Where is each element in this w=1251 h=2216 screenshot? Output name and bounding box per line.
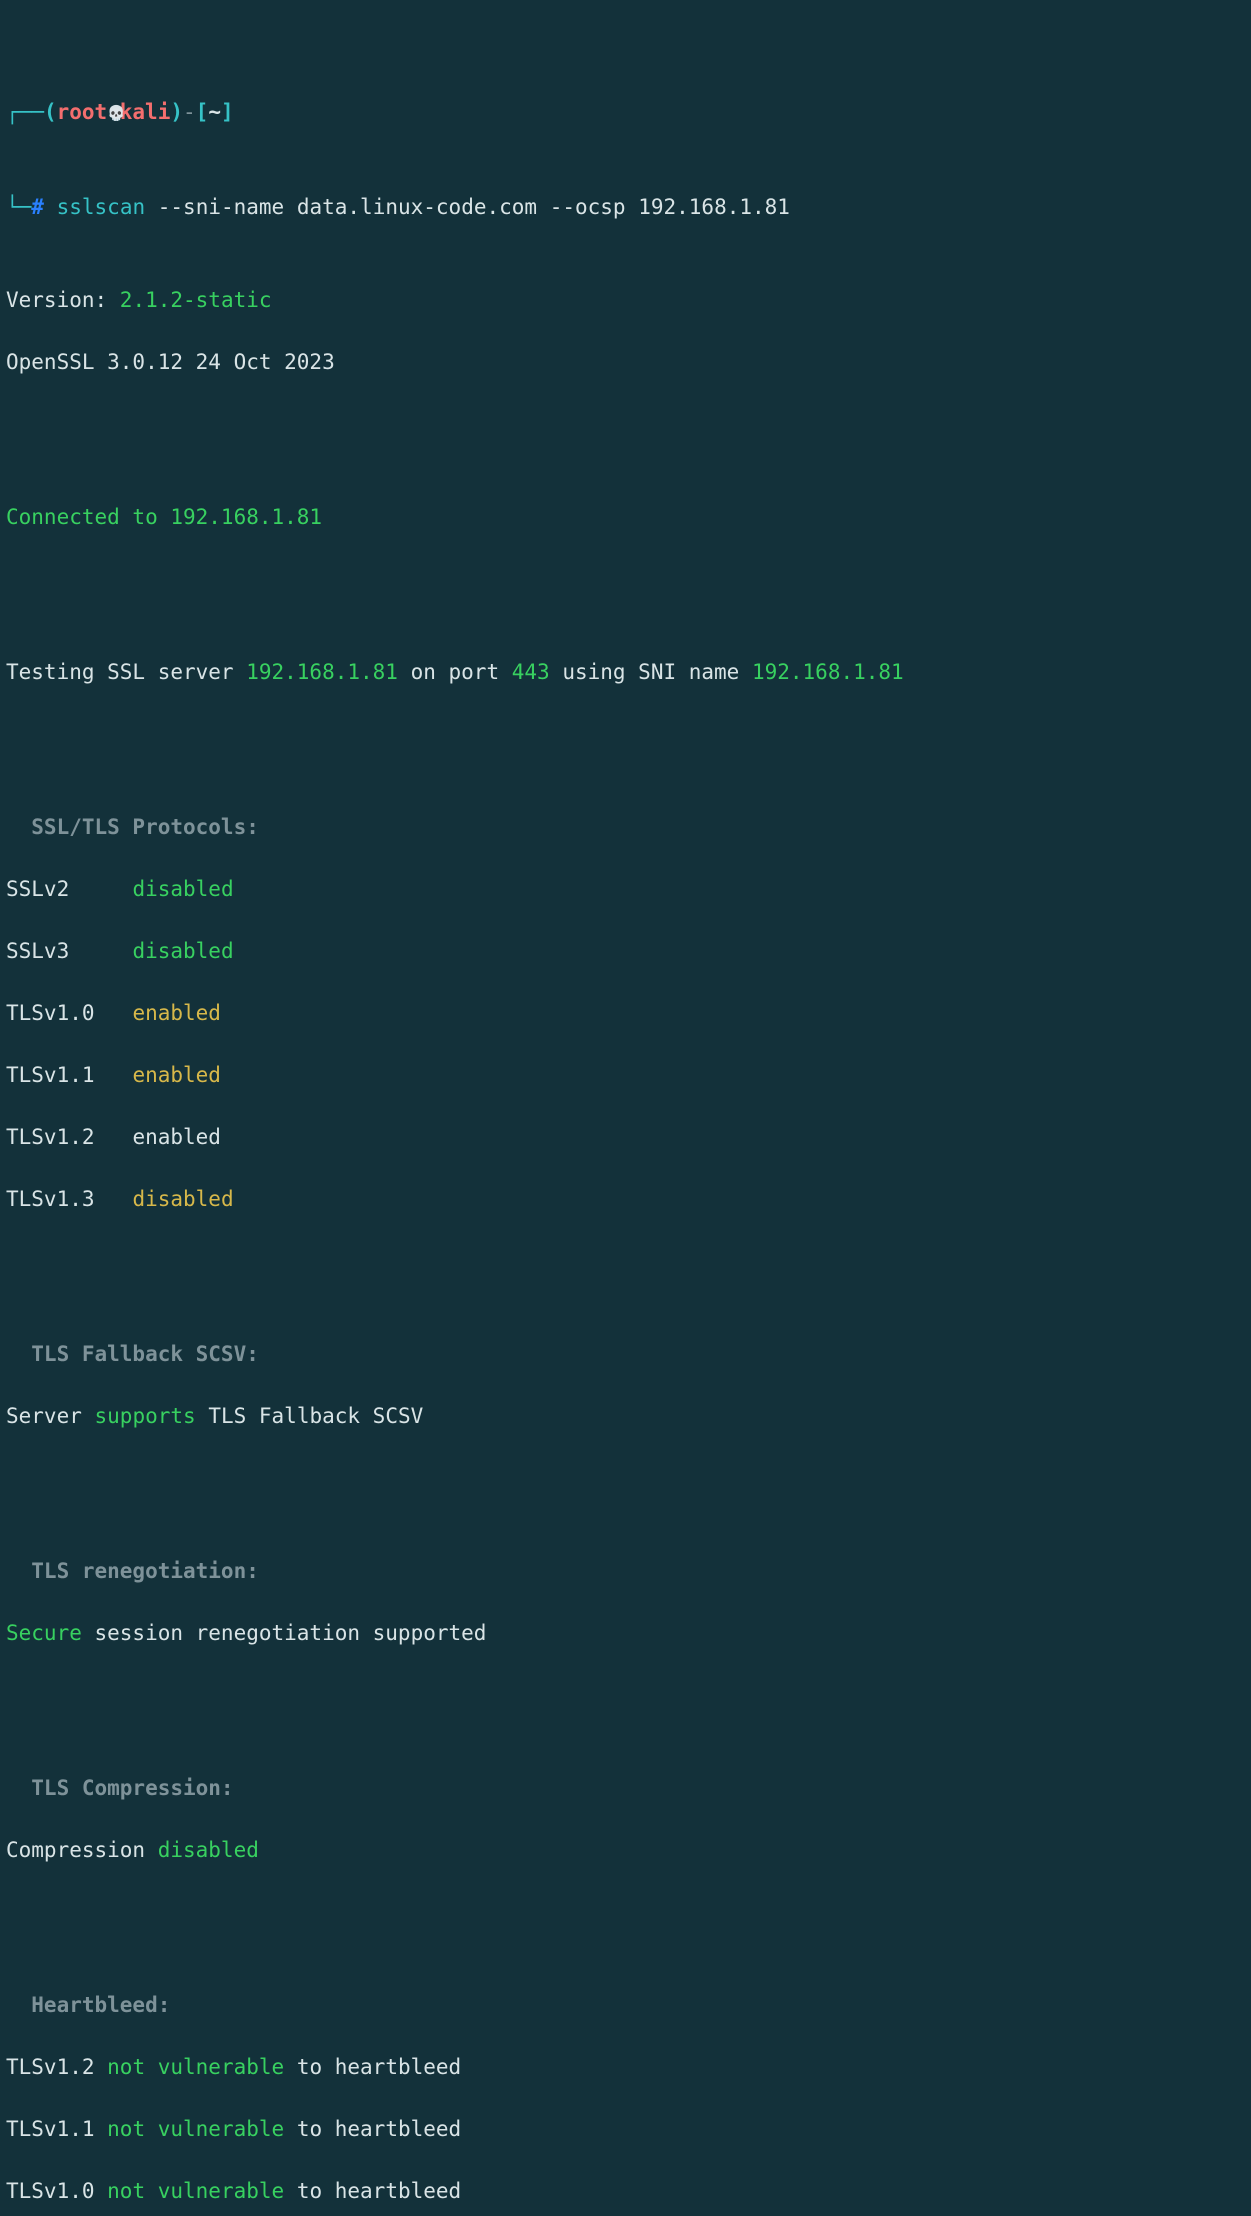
compression-heading: TLS Compression:	[6, 1773, 1245, 1804]
prompt-box-bottom: └─	[6, 195, 31, 219]
fallback-heading: TLS Fallback SCSV:	[6, 1339, 1245, 1370]
compression-line: Compression disabled	[6, 1835, 1245, 1866]
version-line: Version: 2.1.2-static	[6, 285, 1245, 316]
command-name[interactable]: sslscan	[57, 195, 146, 219]
prompt-hash: #	[31, 195, 44, 219]
protocol-row: TLSv1.2 enabled	[6, 1122, 1245, 1153]
protocol-row: TLSv1.0 enabled	[6, 998, 1245, 1029]
heartbleed-heading: Heartbleed:	[6, 1990, 1245, 2021]
prompt-path: ~	[208, 100, 221, 124]
protocol-row: SSLv2 disabled	[6, 874, 1245, 905]
protocols-heading: SSL/TLS Protocols:	[6, 812, 1245, 843]
heartbleed-row: TLSv1.2 not vulnerable to heartbleed	[6, 2052, 1245, 2083]
protocol-row: SSLv3 disabled	[6, 936, 1245, 967]
heartbleed-row: TLSv1.0 not vulnerable to heartbleed	[6, 2176, 1245, 2207]
prompt-host: kali	[120, 100, 171, 124]
reneg-line: Secure session renegotiation supported	[6, 1618, 1245, 1649]
prompt-box: ┌──	[6, 100, 44, 124]
skull-icon	[107, 97, 120, 130]
command-args[interactable]: --sni-name data.linux-code.com --ocsp 19…	[145, 195, 790, 219]
fallback-line: Server supports TLS Fallback SCSV	[6, 1401, 1245, 1432]
bracket-right: ]	[221, 100, 234, 124]
protocol-row: TLSv1.3 disabled	[6, 1184, 1245, 1215]
protocol-row: TLSv1.1 enabled	[6, 1060, 1245, 1091]
prompt-dash: -	[183, 100, 196, 124]
prompt-line-1: ┌──(root kali)-[~]	[6, 97, 1245, 130]
openssl-line: OpenSSL 3.0.12 24 Oct 2023	[6, 347, 1245, 378]
heartbleed-row: TLSv1.1 not vulnerable to heartbleed	[6, 2114, 1245, 2145]
paren-right: )	[170, 100, 183, 124]
bracket-left: [	[196, 100, 209, 124]
connected-line: Connected to 192.168.1.81	[6, 502, 1245, 533]
terminal-window[interactable]: ┌──(root kali)-[~] └─# sslscan --sni-name…	[0, 0, 1251, 2216]
prompt-user: root	[57, 100, 108, 124]
testing-line: Testing SSL server 192.168.1.81 on port …	[6, 657, 1245, 688]
reneg-heading: TLS renegotiation:	[6, 1556, 1245, 1587]
prompt-line-2: └─# sslscan --sni-name data.linux-code.c…	[6, 192, 1245, 223]
paren-left: (	[44, 100, 57, 124]
